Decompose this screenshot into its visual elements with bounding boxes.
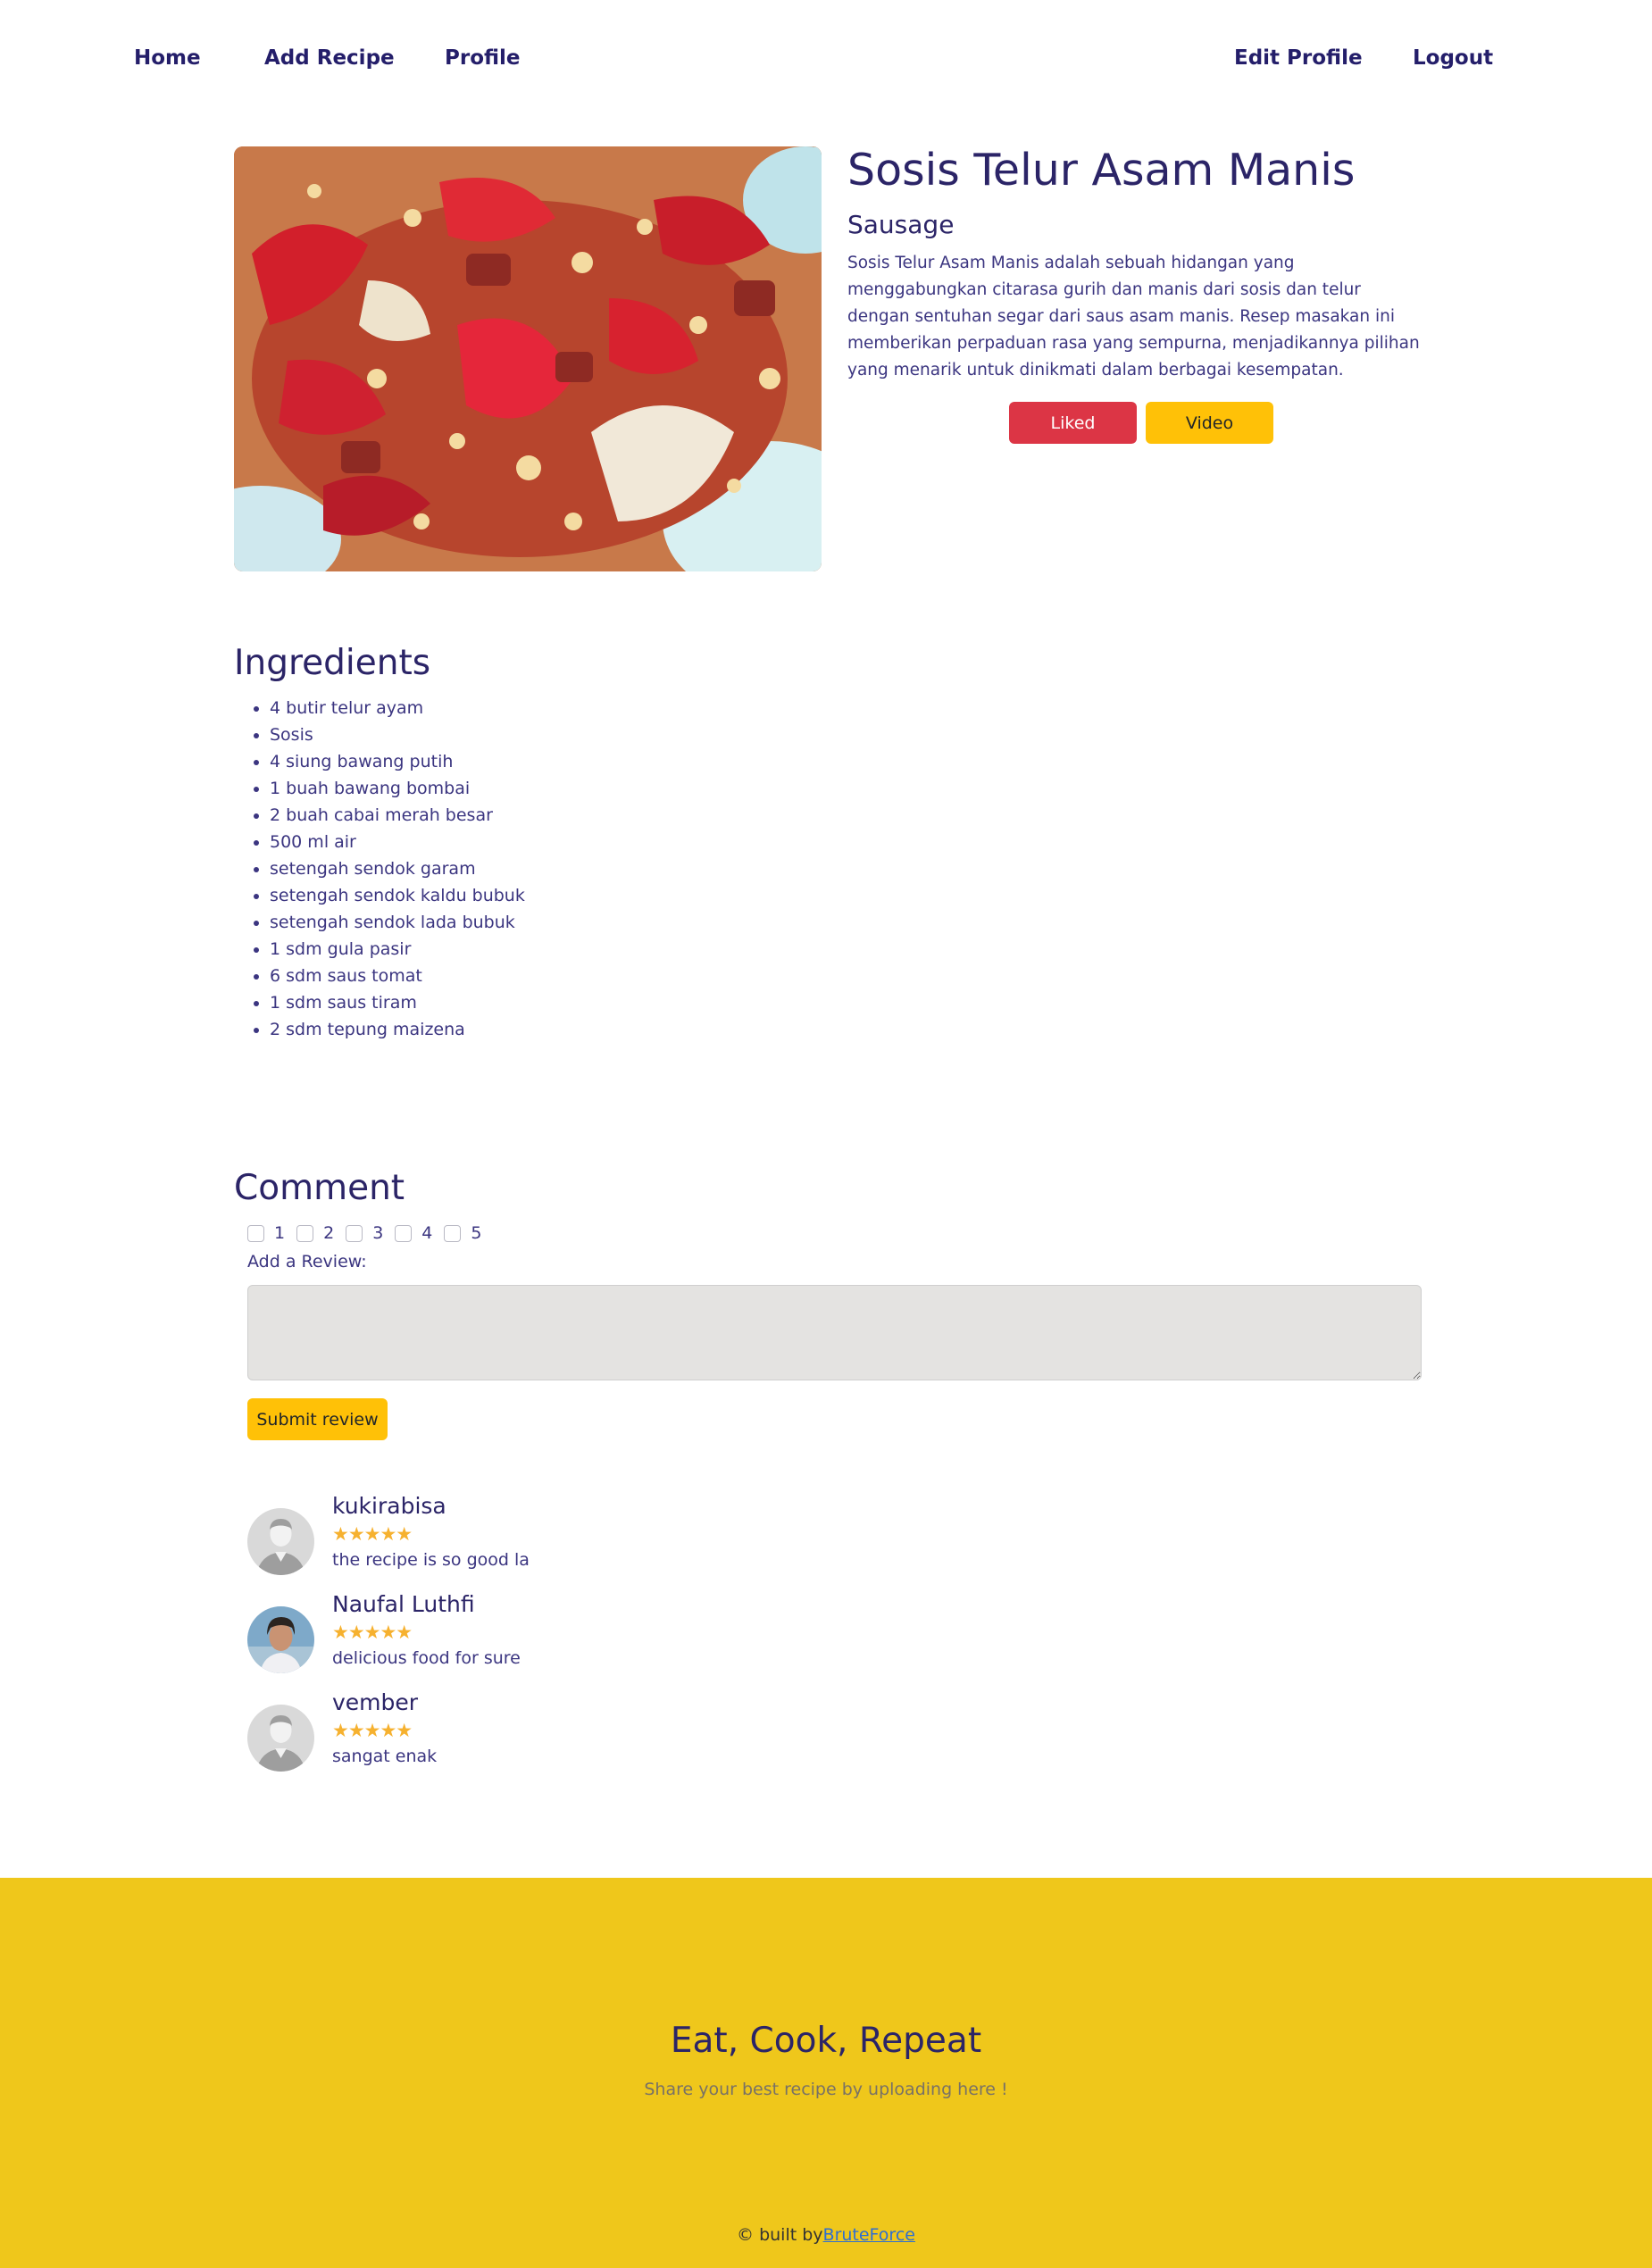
recipe-title: Sosis Telur Asam Manis [847, 145, 1356, 196]
ingredient-item: setengah sendok kaldu bubuk [270, 882, 525, 909]
ingredient-item: 2 sdm tepung maizena [270, 1016, 525, 1043]
comment-text: sangat enak [332, 1747, 438, 1766]
footer-subtitle: Share your best recipe by uploading here… [644, 2080, 1008, 2099]
credit-prefix: © built by [737, 2225, 823, 2245]
submit-review-button[interactable]: Submit review [247, 1398, 388, 1440]
credit-link[interactable]: BruteForce [823, 2225, 915, 2245]
rating-label: 2 [323, 1223, 335, 1243]
rating-checkbox[interactable] [395, 1224, 413, 1242]
rating-option-3[interactable]: 3 [346, 1223, 383, 1243]
comment-stars: ★★★★★ [332, 1720, 413, 1741]
rating-checkbox[interactable] [346, 1224, 363, 1242]
rating-label: 5 [471, 1223, 482, 1243]
nav-logout-link[interactable]: Logout [1413, 46, 1493, 70]
ingredient-item: 1 sdm saus tiram [270, 989, 525, 1016]
nav-add-recipe-link[interactable]: Add Recipe [264, 46, 395, 70]
rating-option-2[interactable]: 2 [296, 1223, 334, 1243]
rating-label: 4 [421, 1223, 433, 1243]
rating-checkbox[interactable] [444, 1224, 462, 1242]
ingredient-item: setengah sendok garam [270, 855, 525, 882]
ingredient-item: Sosis [270, 721, 525, 748]
comment-heading: Comment [234, 1168, 405, 1208]
rating-option-1[interactable]: 1 [247, 1223, 285, 1243]
rating-checkboxes: 1 2 3 4 5 [247, 1223, 493, 1243]
comment-stars: ★★★★★ [332, 1622, 413, 1643]
rating-option-5[interactable]: 5 [444, 1223, 481, 1243]
comment-author: Naufal Luthfi [332, 1591, 475, 1617]
comment-item: vember ★★★★★ sangat enak [247, 1689, 872, 1779]
navbar: Home Add Recipe Profile Edit Profile Log… [0, 0, 1652, 121]
comment-author: vember [332, 1689, 419, 1715]
rating-label: 1 [274, 1223, 286, 1243]
recipe-category: Sausage [847, 210, 955, 239]
default-avatar [247, 1705, 314, 1772]
review-label: Add a Review: [247, 1252, 367, 1272]
ingredient-item: 1 sdm gula pasir [270, 936, 525, 963]
ingredient-item: 500 ml air [270, 829, 525, 855]
rating-option-4[interactable]: 4 [395, 1223, 432, 1243]
video-button[interactable]: Video [1146, 402, 1273, 444]
ingredient-item: 4 siung bawang putih [270, 748, 525, 775]
comment-item: kukirabisa ★★★★★ the recipe is so good l… [247, 1493, 872, 1582]
rating-label: 3 [372, 1223, 384, 1243]
footer: Eat, Cook, Repeat Share your best recipe… [0, 1878, 1652, 2268]
footer-title: Eat, Cook, Repeat [670, 2021, 982, 2061]
ingredients-heading: Ingredients [234, 643, 431, 683]
nav-edit-profile-link[interactable]: Edit Profile [1234, 46, 1363, 70]
liked-button[interactable]: Liked [1009, 402, 1137, 444]
photo-avatar [247, 1606, 314, 1673]
ingredient-item: setengah sendok lada bubuk [270, 909, 525, 936]
ingredient-item: 4 butir telur ayam [270, 695, 525, 721]
comment-text: the recipe is so good la [332, 1550, 530, 1570]
default-avatar [247, 1508, 314, 1575]
ingredient-item: 2 buah cabai merah besar [270, 802, 525, 829]
recipe-image [234, 146, 822, 571]
rating-checkbox[interactable] [247, 1224, 264, 1242]
comment-item: Naufal Luthfi ★★★★★ delicious food for s… [247, 1591, 872, 1680]
review-textarea[interactable] [247, 1285, 1422, 1380]
comment-author: kukirabisa [332, 1493, 446, 1519]
ingredients-list: 4 butir telur ayam Sosis 4 siung bawang … [234, 695, 525, 1043]
comment-stars: ★★★★★ [332, 1523, 413, 1545]
nav-home-link[interactable]: Home [134, 46, 201, 70]
ingredient-item: 1 buah bawang bombai [270, 775, 525, 802]
comment-text: delicious food for sure [332, 1648, 521, 1668]
recipe-description: Sosis Telur Asam Manis adalah sebuah hid… [847, 254, 1420, 379]
nav-profile-link[interactable]: Profile [445, 46, 521, 70]
rating-checkbox[interactable] [296, 1224, 314, 1242]
footer-credit: © built byBruteForce [0, 2225, 1652, 2245]
ingredient-item: 6 sdm saus tomat [270, 963, 525, 989]
